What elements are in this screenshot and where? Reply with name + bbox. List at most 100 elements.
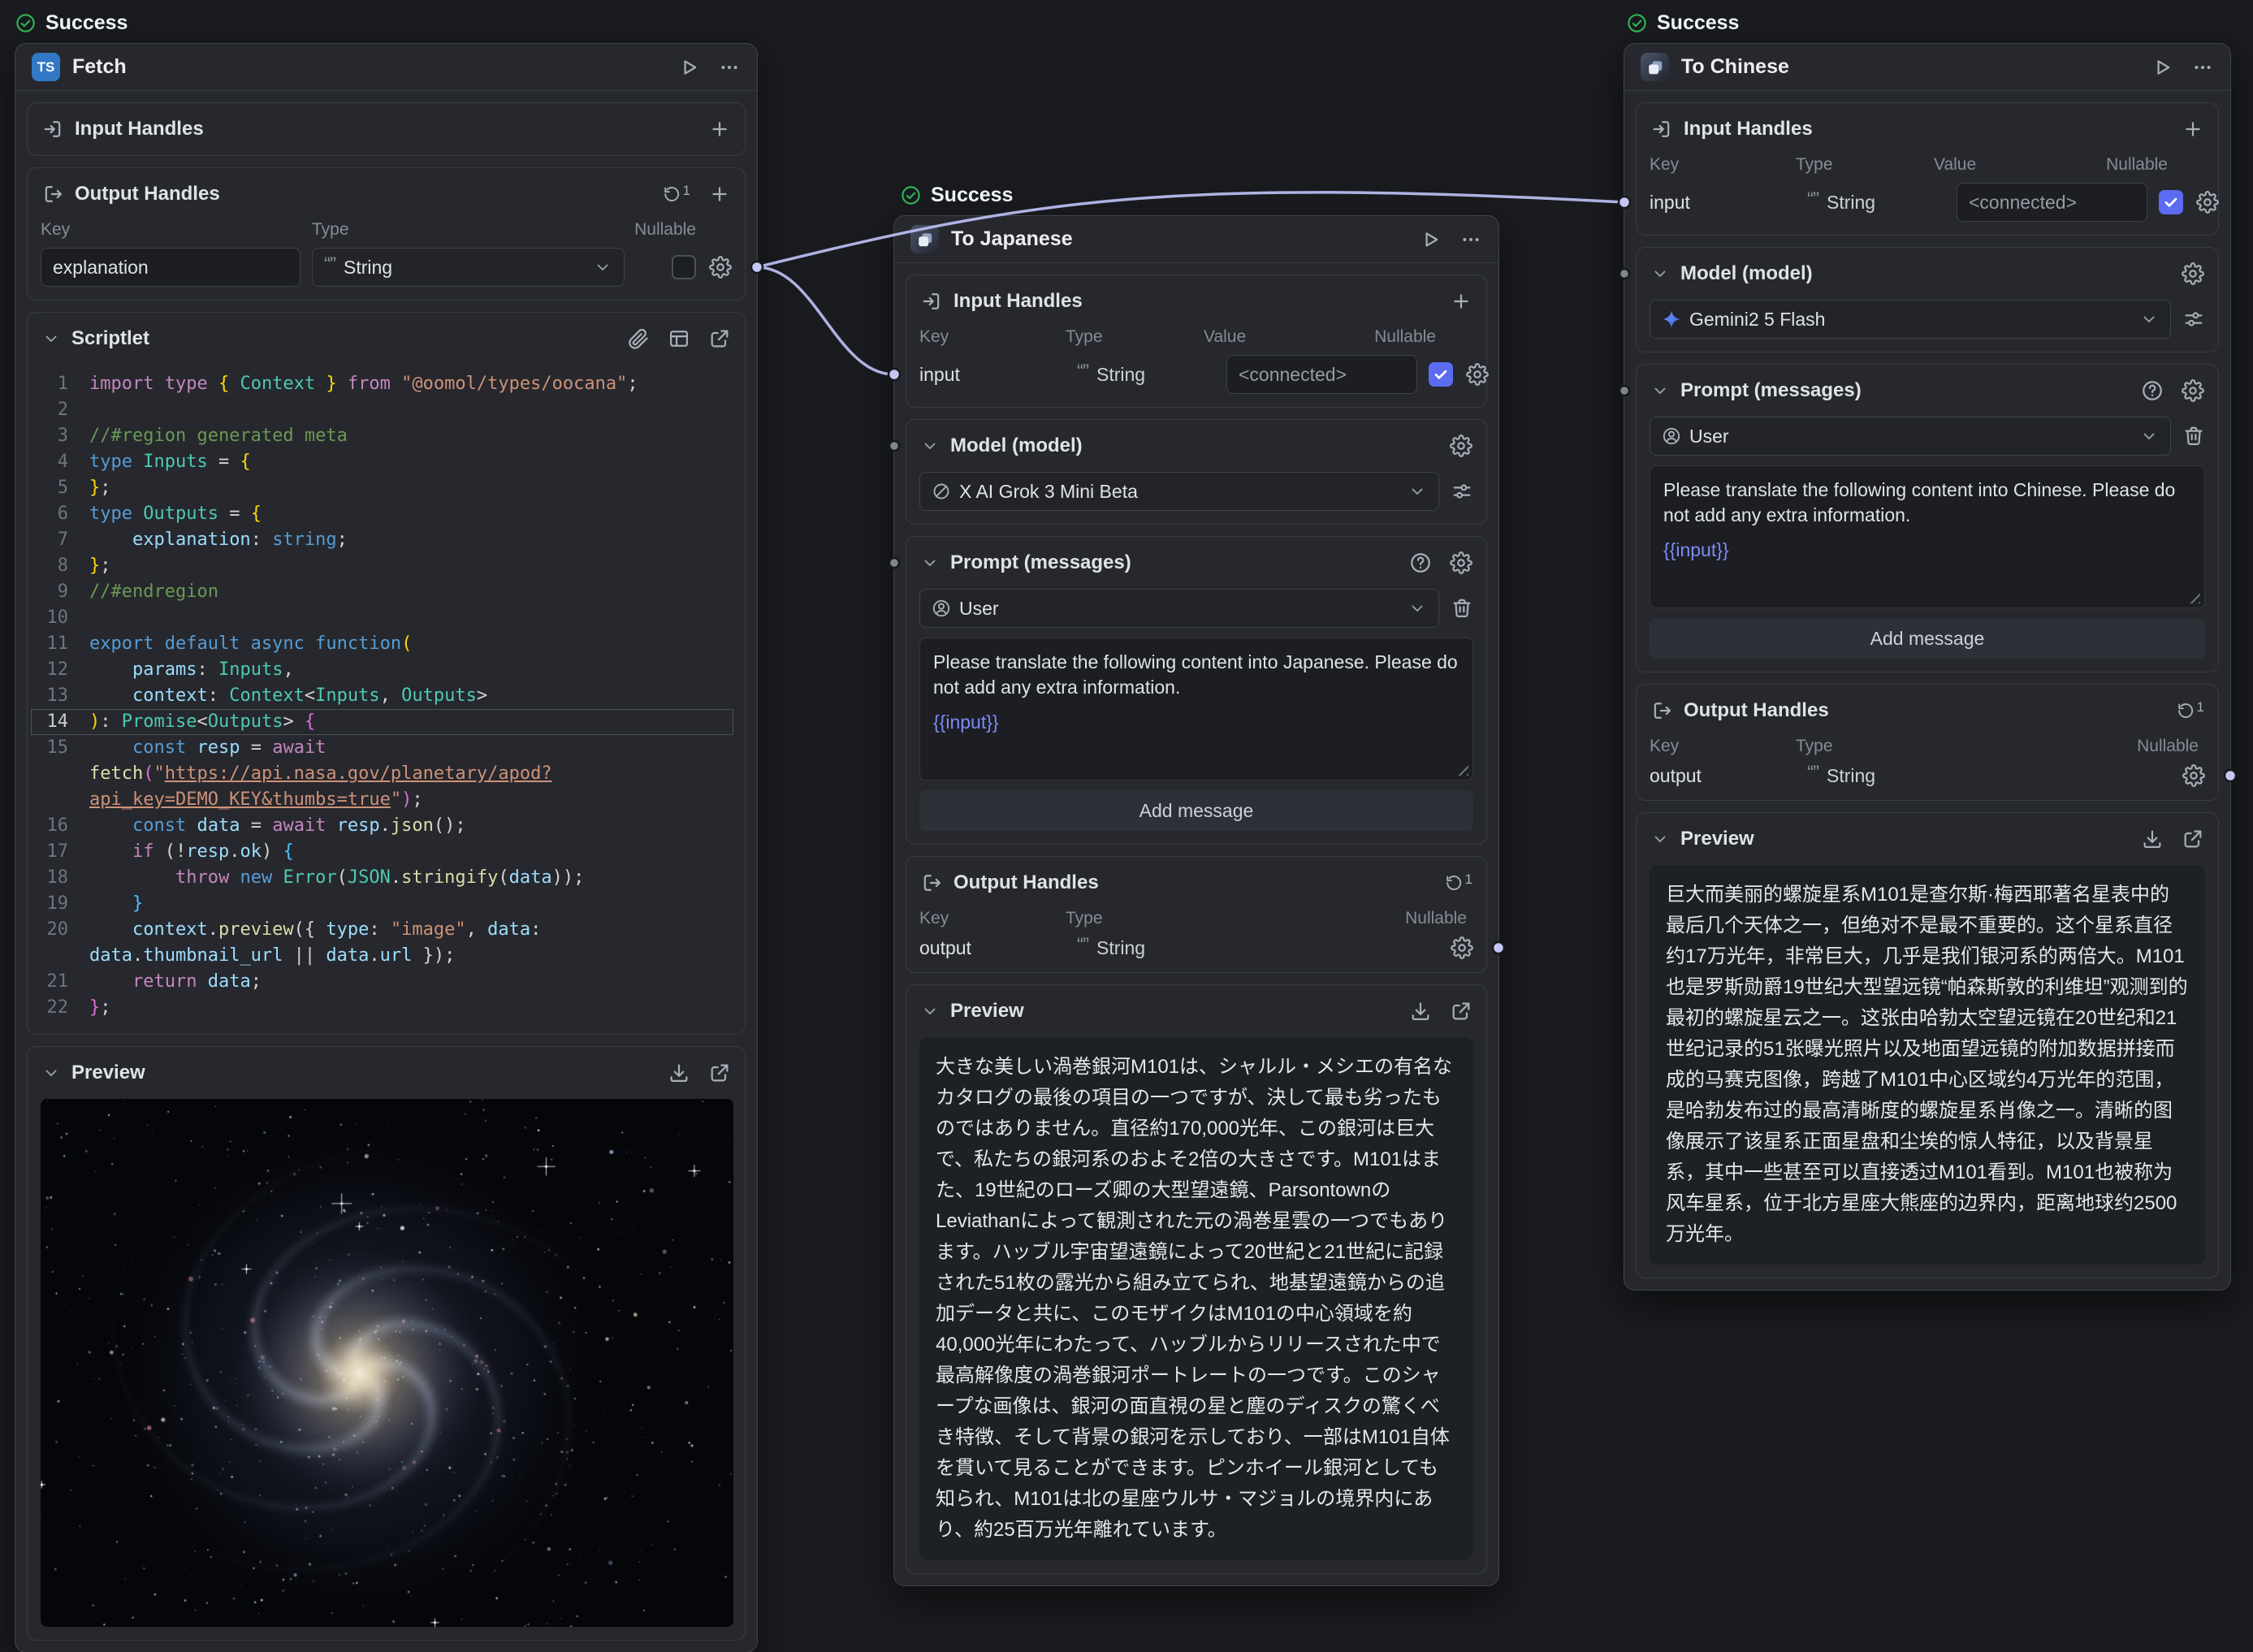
template-variable: {{input}} [933, 710, 1459, 735]
chevron-down-icon[interactable] [1650, 264, 1670, 283]
section-title: Prompt (messages) [1680, 379, 1862, 402]
section-title: Output Handles [954, 871, 1099, 894]
code-editor[interactable]: 1import type { Context } from "@oomol/ty… [28, 365, 745, 1034]
string-type-icon: “” [1077, 361, 1088, 383]
gear-icon[interactable] [1450, 551, 1472, 574]
download-icon[interactable] [2141, 828, 2164, 850]
gear-icon[interactable] [709, 256, 732, 279]
plus-icon[interactable] [708, 183, 731, 205]
download-icon[interactable] [668, 1062, 690, 1084]
resize-grip[interactable] [2187, 590, 2200, 603]
paperclip-icon[interactable] [627, 327, 650, 350]
model-select[interactable]: X AI Grok 3 Mini Beta [919, 472, 1439, 511]
chevron-down-icon[interactable] [920, 553, 940, 573]
chevron-down-icon[interactable] [41, 1063, 61, 1083]
sliders-icon[interactable] [1451, 480, 1473, 503]
status-badge-to-chinese: Success [1626, 11, 1739, 35]
gear-icon[interactable] [2182, 379, 2204, 402]
chevron-down-icon[interactable] [920, 436, 940, 456]
node-to-chinese[interactable]: To Chinese Input Handles Key Type Value … [1624, 43, 2231, 1291]
external-link-icon[interactable] [2182, 828, 2204, 850]
chevron-down-icon[interactable] [1650, 381, 1670, 400]
external-link-icon[interactable] [708, 1062, 731, 1084]
plus-icon[interactable] [1450, 290, 1472, 313]
user-icon [1662, 426, 1681, 446]
history-icon[interactable]: 1 [662, 184, 690, 204]
key-value: input [919, 364, 1066, 386]
value-input[interactable]: <connected> [1957, 183, 2147, 222]
column-headers: Key Type Value Nullable [919, 327, 1473, 347]
section-title: Preview [71, 1062, 145, 1084]
value-input[interactable]: <connected> [1226, 355, 1417, 394]
trash-icon[interactable] [2182, 425, 2205, 448]
gear-icon[interactable] [2182, 764, 2205, 787]
chevron-down-icon[interactable] [41, 329, 61, 348]
chevron-down-icon [1408, 482, 1427, 501]
output-handles-icon [41, 183, 64, 205]
toj-prompt-section: Prompt (messages) User Please translat [906, 536, 1487, 845]
gemini-icon [1662, 309, 1681, 329]
model-select[interactable]: Gemini2 5 Flash [1650, 300, 2171, 339]
type-select[interactable]: “” String [312, 248, 625, 287]
toc-preview-section: Preview 巨大而美丽的螺旋星系M101是查尔斯·梅西耶著名星表中的最后几个… [1636, 812, 2219, 1278]
ellipsis-icon[interactable] [1459, 228, 1482, 251]
role-select[interactable]: User [919, 589, 1439, 628]
plus-icon[interactable] [2182, 118, 2204, 141]
node-fetch[interactable]: TS Fetch Input Handles Output Handles [15, 43, 758, 1652]
gear-icon[interactable] [1466, 363, 1489, 386]
key-input[interactable]: explanation [41, 248, 301, 287]
plus-icon[interactable] [708, 118, 731, 141]
trash-icon[interactable] [1451, 597, 1473, 620]
prompt-textarea[interactable]: Please translate the following content i… [1650, 465, 2205, 608]
toc-prompt-section: Prompt (messages) User Please translat [1636, 364, 2219, 672]
output-handles-icon [920, 871, 943, 894]
chevron-down-icon[interactable] [1650, 829, 1670, 849]
add-message-button[interactable]: Add message [1650, 618, 2205, 659]
column-headers: Key Type Nullable [1650, 737, 2205, 756]
external-link-icon[interactable] [1450, 1000, 1472, 1023]
download-icon[interactable] [1409, 1000, 1432, 1023]
help-icon[interactable] [2141, 379, 2164, 402]
connected-value: <connected> [1969, 192, 2077, 214]
fetch-output-row: explanation “” String [41, 248, 732, 287]
section-title: Model (model) [950, 435, 1083, 457]
node-to-japanese[interactable]: To Japanese Input Handles Key Type Value… [893, 215, 1499, 1586]
resize-grip[interactable] [1455, 763, 1468, 776]
history-count: 1 [2197, 700, 2204, 714]
nullable-checkbox[interactable] [1429, 362, 1453, 387]
table-icon[interactable] [668, 327, 690, 350]
toc-output-handles-section: Output Handles 1 Key Type Nullable outpu… [1636, 684, 2219, 801]
gear-icon[interactable] [1451, 936, 1473, 959]
type-value: String [1096, 937, 1145, 959]
history-icon[interactable]: 1 [2176, 701, 2204, 720]
ellipsis-icon[interactable] [2191, 56, 2214, 79]
sliders-icon[interactable] [2182, 308, 2205, 331]
gear-icon[interactable] [2196, 191, 2219, 214]
toc-input-handles-section: Input Handles Key Type Value Nullable in… [1636, 102, 2219, 236]
string-type-icon: “” [1807, 762, 1818, 785]
chevron-down-icon[interactable] [920, 1001, 940, 1021]
ellipsis-icon[interactable] [718, 56, 741, 79]
gear-icon[interactable] [2182, 262, 2204, 285]
role-select[interactable]: User [1650, 417, 2171, 456]
external-link-icon[interactable] [708, 327, 731, 350]
help-icon[interactable] [1409, 551, 1432, 574]
grok-icon [932, 482, 951, 501]
status-text: Success [1657, 11, 1739, 35]
role-value: User [1689, 426, 2131, 448]
add-message-button[interactable]: Add message [919, 790, 1473, 831]
play-icon[interactable] [1419, 228, 1442, 251]
node-title: To Japanese [951, 227, 1073, 251]
nullable-checkbox[interactable] [672, 255, 696, 279]
play-icon[interactable] [677, 56, 700, 79]
nullable-checkbox[interactable] [2159, 190, 2183, 214]
prompt-textarea[interactable]: Please translate the following content i… [919, 638, 1473, 781]
llm-block-icon [910, 225, 939, 253]
play-icon[interactable] [2151, 56, 2173, 79]
prompt-text: Please translate the following content i… [933, 651, 1458, 698]
template-variable: {{input}} [1663, 538, 2191, 563]
gear-icon[interactable] [1450, 435, 1472, 457]
toj-prompt-header: Prompt (messages) [906, 537, 1486, 589]
toj-preview-section: Preview 大きな美しい渦巻銀河M101は、シャルル・メシエの有名なカタログ… [906, 984, 1487, 1574]
history-icon[interactable]: 1 [1444, 873, 1472, 893]
